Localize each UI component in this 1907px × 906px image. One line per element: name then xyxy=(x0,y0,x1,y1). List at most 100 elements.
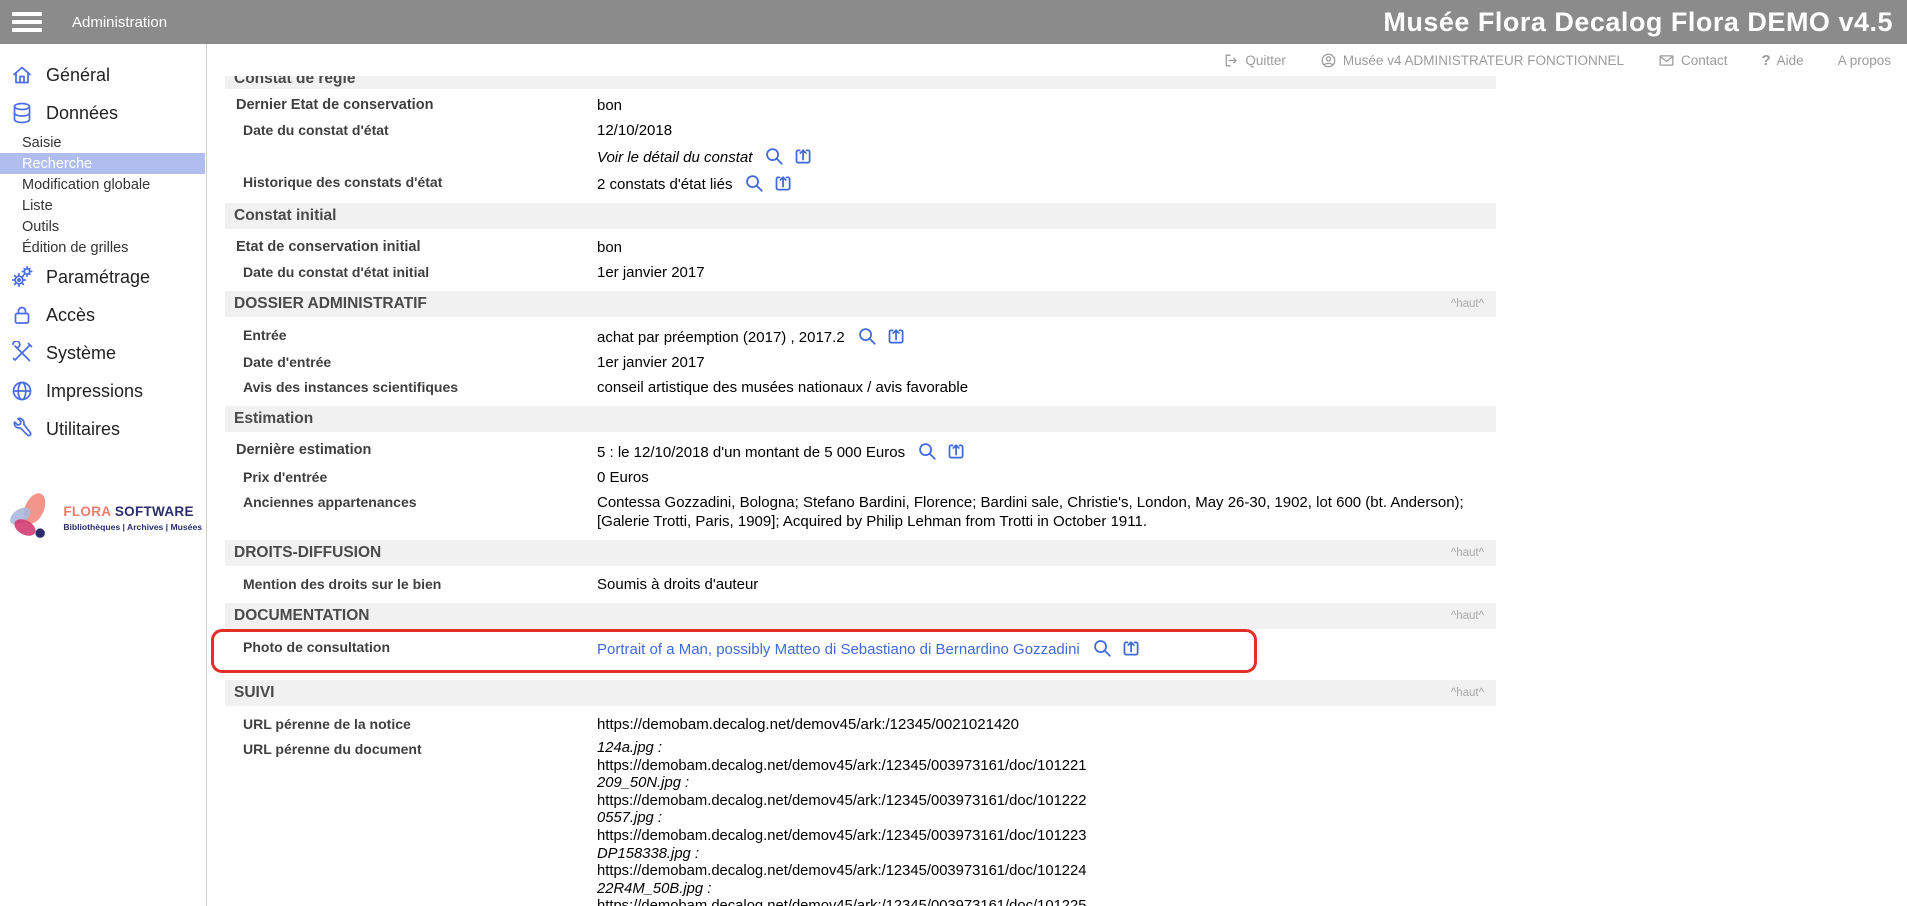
utility-link-contact[interactable]: Contact xyxy=(1658,52,1728,69)
back-to-top-link[interactable]: ^haut^ xyxy=(1451,687,1484,699)
search-icon[interactable] xyxy=(917,441,938,462)
document-url: https://demobam.decalog.net/demov45/ark:… xyxy=(597,793,1496,811)
field-value: achat par préemption (2017) , 2017.2 xyxy=(597,326,1496,347)
field-value: Voir le détail du constat xyxy=(597,146,1496,167)
utility-link-label: Quitter xyxy=(1245,53,1286,68)
sidebar-subitem-recherche[interactable]: Recherche xyxy=(0,153,205,174)
document-filename: DP158338.jpg : xyxy=(597,846,1496,864)
field-value: Portrait of a Man, possibly Matteo di Se… xyxy=(597,638,1496,659)
utility-bar: Quitter Musée v4 ADMINISTRATEUR FONCTIONN… xyxy=(207,44,1907,76)
open-record-icon[interactable] xyxy=(1121,638,1142,659)
document-filename: 22R4M_50B.jpg : xyxy=(597,881,1496,899)
field-label: Entrée xyxy=(225,326,597,345)
field-label: Dernière estimation xyxy=(225,441,597,460)
value-action-icons xyxy=(917,441,967,462)
logo-tagline: Bibliothèques | Archives | Musées xyxy=(63,522,202,532)
section-header-suivi: SUIVI ^haut^ xyxy=(225,680,1496,706)
section-header-estimation: Estimation xyxy=(225,406,1496,432)
utility-link-quitter[interactable]: Quitter xyxy=(1222,52,1286,69)
back-to-top-link[interactable]: ^haut^ xyxy=(1451,610,1484,622)
sidebar-item-utilitaires[interactable]: Utilitaires xyxy=(0,410,206,448)
field-label: Date du constat d'état xyxy=(225,121,597,140)
value-text: 2 constats d'état liés xyxy=(597,176,732,193)
lock-icon xyxy=(10,303,34,327)
open-record-icon[interactable] xyxy=(886,326,907,347)
value-text: Contessa Gozzadini, Bologna; Stefano Bar… xyxy=(597,494,1464,530)
section-header-constat-de-r-gie: Constat de régie xyxy=(225,76,1496,89)
open-record-icon[interactable] xyxy=(793,146,814,167)
section-title: SUIVI xyxy=(234,684,274,702)
document-filename: 209_50N.jpg : xyxy=(597,775,1496,793)
record-link[interactable]: Portrait of a Man, possibly Matteo di Se… xyxy=(597,641,1080,658)
section-title: DROITS-DIFFUSION xyxy=(234,544,381,562)
field-value: 12/10/2018 xyxy=(597,121,1496,140)
sidebar-subitem-modification-globale[interactable]: Modification globale xyxy=(0,174,205,195)
document-filename: 0557.jpg : xyxy=(597,810,1496,828)
field-value: 0 Euros xyxy=(597,468,1496,487)
field-value: bon xyxy=(597,238,1496,257)
sidebar-item-label: Général xyxy=(46,65,110,86)
back-to-top-link[interactable]: ^haut^ xyxy=(1451,547,1484,559)
globe-icon xyxy=(10,379,34,403)
value-text: Voir le détail du constat xyxy=(597,149,752,166)
field-row: Voir le détail du constat xyxy=(225,143,1496,170)
field-row: URL pérenne de la noticehttps://demobam.… xyxy=(225,712,1496,737)
section-header-constat-initial: Constat initial xyxy=(225,203,1496,229)
utility-link-mus-e-v4-administrateur-fonctionnel[interactable]: Musée v4 ADMINISTRATEUR FONCTIONNEL xyxy=(1320,52,1624,69)
sidebar-item-général[interactable]: Général xyxy=(0,56,206,94)
sidebar-item-données[interactable]: Données xyxy=(0,94,206,132)
open-record-icon[interactable] xyxy=(946,441,967,462)
sidebar-subitem-liste[interactable]: Liste xyxy=(0,195,205,216)
field-row: Etat de conservation initialbon xyxy=(225,235,1496,260)
value-text: https://demobam.decalog.net/demov45/ark:… xyxy=(597,716,1019,733)
sidebar-item-impressions[interactable]: Impressions xyxy=(0,372,206,410)
sidebar-item-label: Données xyxy=(46,103,118,124)
sidebar-item-système[interactable]: Système xyxy=(0,334,206,372)
field-row: Avis des instances scientifiquesconseil … xyxy=(225,375,1496,400)
document-url: https://demobam.decalog.net/demov45/ark:… xyxy=(597,758,1496,776)
section-title: Estimation xyxy=(234,410,313,428)
field-label: Prix d'entrée xyxy=(225,468,597,487)
field-row: Date du constat d'état initial1er janvie… xyxy=(225,260,1496,285)
sidebar-item-label: Système xyxy=(46,343,116,364)
section-title: Constat initial xyxy=(234,207,336,225)
value-text: achat par préemption (2017) , 2017.2 xyxy=(597,329,845,346)
value-text: 12/10/2018 xyxy=(597,122,672,139)
sidebar-subitem-outils[interactable]: Outils xyxy=(0,216,205,237)
open-record-icon[interactable] xyxy=(773,173,794,194)
sidebar-item-label: Utilitaires xyxy=(46,419,120,440)
field-row: Photo de consultationPortrait of a Man, … xyxy=(225,635,1496,662)
section-header-dossier-administratif: DOSSIER ADMINISTRATIF^haut^ xyxy=(225,291,1496,317)
section-header-droits-diffusion: DROITS-DIFFUSION ^haut^ xyxy=(225,540,1496,566)
help-icon: ? xyxy=(1762,52,1771,69)
logo-brand-text: FLORA SOFTWARE xyxy=(63,504,202,519)
field-label: Anciennes appartenances xyxy=(225,493,597,512)
tools-icon xyxy=(10,341,34,365)
utility-link-label: Contact xyxy=(1681,53,1728,68)
sidebar-item-paramétrage[interactable]: Paramétrage xyxy=(0,258,206,296)
field-label: Mention des droits sur le bien xyxy=(225,575,597,594)
value-action-icons xyxy=(764,146,814,167)
field-value: 1er janvier 2017 xyxy=(597,263,1496,282)
section-header-documentation: DOCUMENTATION^haut^ xyxy=(225,603,1496,629)
field-value: 124a.jpg :https://demobam.decalog.net/de… xyxy=(597,740,1496,906)
search-icon[interactable] xyxy=(764,146,785,167)
search-icon[interactable] xyxy=(857,326,878,347)
search-icon[interactable] xyxy=(744,173,765,194)
sidebar-subitem-saisie[interactable]: Saisie xyxy=(0,132,205,153)
back-to-top-link[interactable]: ^haut^ xyxy=(1451,298,1484,310)
utility-link-aide[interactable]: ?Aide xyxy=(1762,52,1804,69)
sidebar-item-label: Impressions xyxy=(46,381,143,402)
value-action-icons xyxy=(857,326,907,347)
sidebar-item-label: Paramétrage xyxy=(46,267,150,288)
field-value: 5 : le 12/10/2018 d'un montant de 5 000 … xyxy=(597,441,1496,462)
logout-icon xyxy=(1222,52,1239,69)
sidebar-subitem-édition-de-grilles[interactable]: Édition de grilles xyxy=(0,237,205,258)
hamburger-menu-icon[interactable] xyxy=(12,12,42,32)
utility-link-a-propos[interactable]: A propos xyxy=(1838,53,1891,68)
field-row: Anciennes appartenancesContessa Gozzadin… xyxy=(225,490,1496,534)
search-icon[interactable] xyxy=(1092,638,1113,659)
field-label: Photo de consultation xyxy=(225,638,597,657)
sidebar-item-accès[interactable]: Accès xyxy=(0,296,206,334)
sidebar-item-label: Accès xyxy=(46,305,95,326)
